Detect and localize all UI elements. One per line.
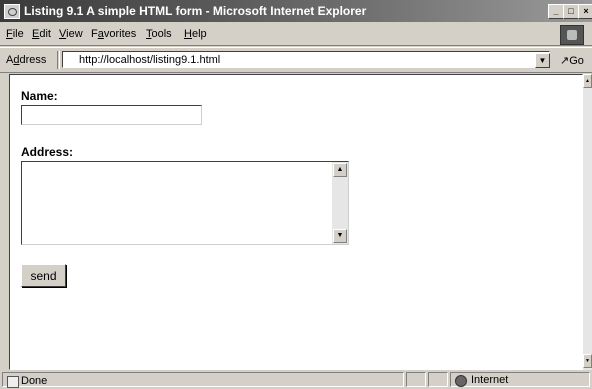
menu-favorites[interactable]: Favorites — [91, 28, 136, 40]
page-icon — [7, 376, 19, 388]
page-scroll-down-icon[interactable]: ▼ — [583, 354, 592, 368]
ie-page-icon — [4, 4, 20, 19]
menu-tools[interactable]: Tools — [146, 28, 172, 40]
name-label: Name: — [21, 89, 58, 103]
title-bar: Listing 9.1 A simple HTML form - Microso… — [0, 0, 592, 22]
page-scrollbar[interactable]: ▲ ▼ — [583, 74, 592, 370]
status-bar: Done Internet — [0, 371, 592, 389]
close-button[interactable]: × — [578, 4, 592, 19]
send-button[interactable]: send — [21, 264, 66, 287]
page-content: Name: Address: ▲ ▼ send — [9, 74, 583, 370]
minimize-button[interactable]: _ — [548, 4, 564, 19]
globe-icon — [455, 375, 467, 387]
address-textarea-frame: ▲ ▼ — [21, 161, 349, 245]
address-separator — [57, 51, 60, 69]
status-cell — [428, 372, 448, 387]
menu-help[interactable]: Help — [184, 28, 207, 40]
address-bar: Address ▼ ↗Go — [0, 47, 592, 73]
address-input[interactable] — [62, 51, 550, 68]
scroll-down-icon[interactable]: ▼ — [333, 229, 347, 243]
status-main-cell: Done — [2, 372, 404, 388]
maximize-button[interactable]: □ — [563, 4, 579, 19]
windows-logo-icon — [560, 25, 584, 45]
status-text: Done — [21, 375, 48, 387]
address-label: Address — [6, 54, 47, 66]
menu-bar: File Edit View Favorites Tools Help — [0, 23, 592, 46]
textarea-scrollbar[interactable]: ▲ ▼ — [332, 162, 348, 244]
chevron-down-icon[interactable]: ▼ — [535, 53, 550, 68]
go-button[interactable]: ↗Go — [560, 54, 584, 67]
status-cell — [406, 372, 426, 387]
menu-edit[interactable]: Edit — [32, 28, 51, 40]
browser-window: Listing 9.1 A simple HTML form - Microso… — [0, 0, 592, 389]
window-title: Listing 9.1 A simple HTML form - Microso… — [24, 4, 367, 18]
status-zone-cell: Internet — [450, 372, 590, 387]
zone-text: Internet — [471, 374, 509, 386]
menu-file[interactable]: File — [6, 28, 24, 40]
address-textarea[interactable] — [22, 162, 332, 244]
scroll-up-icon[interactable]: ▲ — [333, 163, 347, 177]
page-scroll-up-icon[interactable]: ▲ — [583, 74, 592, 88]
name-input[interactable] — [21, 105, 202, 125]
address-label-form: Address: — [21, 145, 74, 159]
menu-view[interactable]: View — [59, 28, 83, 40]
